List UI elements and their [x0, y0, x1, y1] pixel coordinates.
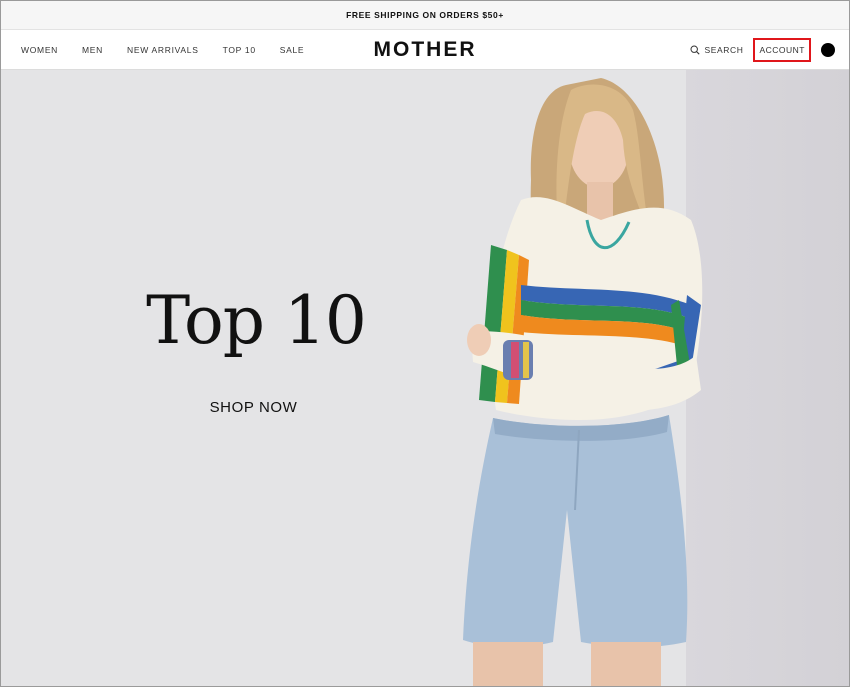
- shop-now-link[interactable]: SHOP NOW: [161, 399, 346, 416]
- nav-link-top-10[interactable]: TOP 10: [223, 45, 256, 55]
- hero-banner[interactable]: Top 10 SHOP NOW: [1, 70, 849, 686]
- account-link[interactable]: ACCOUNT: [753, 37, 811, 62]
- nav-link-men[interactable]: MEN: [82, 45, 103, 55]
- browser-viewport: FREE SHIPPING ON ORDERS $50+ WOMEN MEN N…: [0, 0, 850, 687]
- hero-title: Top 10: [146, 282, 367, 359]
- nav-link-women[interactable]: WOMEN: [21, 45, 58, 55]
- cart-icon[interactable]: [821, 42, 835, 57]
- search-label: SEARCH: [704, 44, 744, 55]
- promo-banner[interactable]: FREE SHIPPING ON ORDERS $50+: [1, 1, 849, 30]
- nav-link-sale[interactable]: SALE: [280, 45, 305, 55]
- hero-model-image: [463, 78, 703, 686]
- search-button[interactable]: SEARCH: [690, 45, 743, 55]
- nav-utilities: SEARCH ACCOUNT: [690, 30, 835, 69]
- promo-text: FREE SHIPPING ON ORDERS $50+: [346, 10, 504, 20]
- brand-logo[interactable]: MOTHER: [374, 38, 477, 61]
- nav-link-new-arrivals[interactable]: NEW ARRIVALS: [127, 45, 199, 55]
- search-icon: [690, 44, 701, 55]
- nav-links: WOMEN MEN NEW ARRIVALS TOP 10 SALE: [21, 30, 328, 69]
- main-nav: WOMEN MEN NEW ARRIVALS TOP 10 SALE MOTHE…: [1, 30, 849, 70]
- account-label: ACCOUNT: [759, 44, 805, 55]
